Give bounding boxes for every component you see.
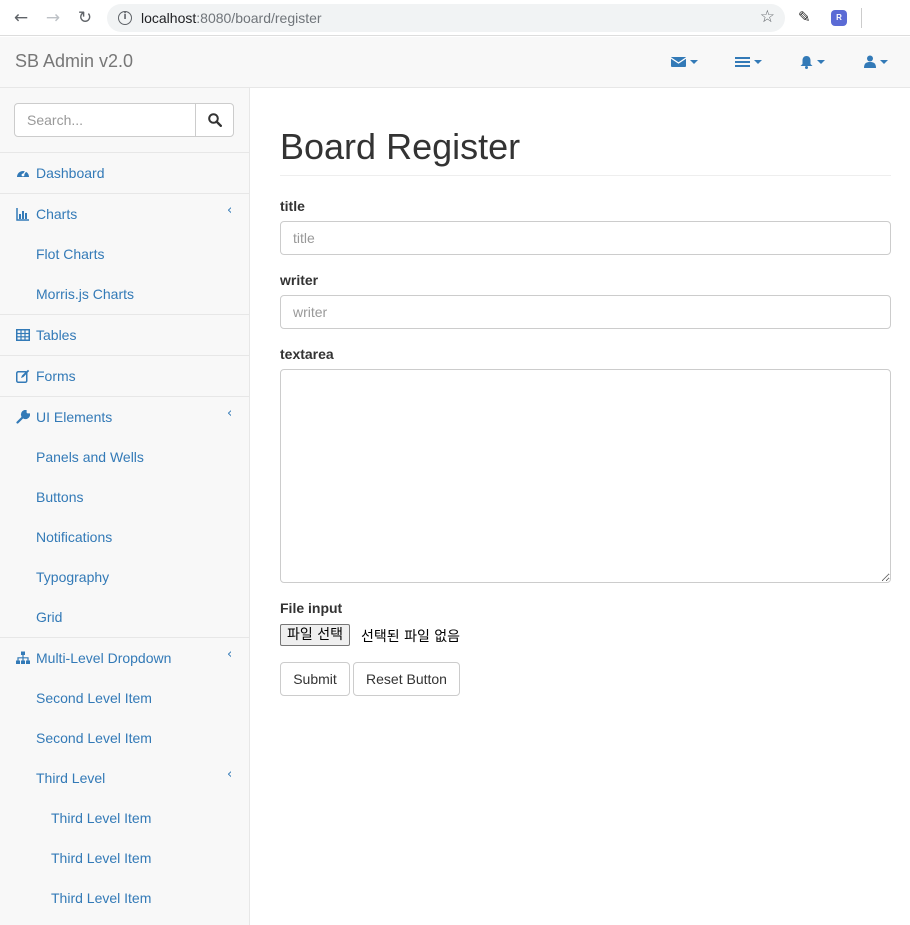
search-input[interactable] (14, 103, 196, 137)
sidebar-item-typography[interactable]: Typography (36, 569, 109, 585)
search-button[interactable] (195, 103, 234, 137)
sidebar-item-tables[interactable]: Tables (0, 314, 249, 355)
sidebar-item-grid[interactable]: Grid (36, 609, 62, 625)
user-icon (864, 55, 876, 68)
textarea-label: textarea (280, 346, 334, 362)
writer-input[interactable] (280, 295, 891, 329)
file-input-label: File input (280, 600, 343, 616)
extension-icon[interactable]: R (831, 10, 847, 26)
sidebar-item-dashboard[interactable]: Dashboard (0, 152, 249, 193)
search-icon (208, 113, 222, 127)
url-text: localhost:8080/board/register (141, 10, 322, 26)
sidebar-item-morris-charts[interactable]: Morris.js Charts (36, 286, 134, 302)
page-title: Board Register (280, 126, 521, 167)
file-status-text: 선택된 파일 없음 (361, 629, 461, 645)
address-bar[interactable]: i localhost:8080/board/register ☆ (107, 4, 785, 32)
sidebar-item-label: Dashboard (36, 165, 105, 181)
info-icon[interactable]: i (118, 11, 132, 25)
sidebar-item-notifications[interactable]: Notifications (36, 529, 112, 545)
chevron-left-icon: ‹ (227, 767, 233, 782)
submit-button[interactable]: Submit (280, 662, 350, 696)
reset-button[interactable]: Reset Button (353, 662, 460, 696)
bookmark-star-icon[interactable]: ☆ (760, 7, 775, 27)
caret-down-icon (817, 59, 825, 64)
tasks-dropdown[interactable] (735, 54, 762, 72)
browser-toolbar: ← → ↻ i localhost:8080/board/register ☆ … (0, 0, 910, 36)
sidebar-item-label: Third Level (36, 770, 106, 786)
sidebar-item-label: Charts (36, 206, 78, 222)
sidebar-item-label: UI Elements (36, 409, 113, 425)
sidebar-item-label: Multi-Level Dropdown (36, 650, 172, 666)
sidebar-item-panels-wells[interactable]: Panels and Wells (36, 449, 144, 465)
back-arrow-icon[interactable]: ← (11, 9, 31, 27)
tasks-icon (735, 56, 750, 67)
caret-down-icon (690, 59, 698, 64)
sidebar: Dashboard Charts ‹ Flot Charts Morris.js… (0, 88, 250, 925)
sidebar-item-buttons[interactable]: Buttons (36, 489, 83, 505)
table-icon (16, 329, 30, 341)
wrench-icon (16, 410, 30, 424)
title-input[interactable] (280, 221, 891, 255)
sidebar-item-third-level[interactable]: Third Level ‹ (36, 767, 249, 790)
pen-icon[interactable]: ✎ (798, 8, 811, 26)
bell-icon (800, 55, 813, 69)
caret-down-icon (754, 59, 762, 64)
sidebar-item-second-level[interactable]: Second Level Item (36, 690, 152, 706)
sidebar-item-ui-elements[interactable]: UI Elements ‹ (0, 396, 249, 437)
title-label: title (280, 198, 305, 214)
alerts-dropdown[interactable] (800, 54, 825, 72)
messages-dropdown[interactable] (670, 54, 698, 72)
top-navbar: SB Admin v2.0 (0, 37, 910, 88)
chevron-left-icon: ‹ (227, 647, 233, 662)
sidebar-item-third-level-item[interactable]: Third Level Item (51, 890, 151, 906)
sidebar-item-third-level-item[interactable]: Third Level Item (51, 810, 151, 826)
sidebar-item-third-level-item[interactable]: Third Level Item (51, 850, 151, 866)
chevron-left-icon: ‹ (227, 406, 233, 421)
sidebar-item-multi-level[interactable]: Multi-Level Dropdown ‹ (0, 637, 249, 678)
sidebar-item-flot-charts[interactable]: Flot Charts (36, 246, 104, 262)
file-select-button[interactable]: 파일 선택 (280, 624, 350, 646)
sidebar-item-forms[interactable]: Forms (0, 355, 249, 396)
page-header: Board Register (280, 125, 891, 176)
writer-label: writer (280, 272, 319, 288)
sidebar-item-label: Tables (36, 327, 77, 343)
chevron-left-icon: ‹ (227, 203, 233, 218)
sidebar-item-charts[interactable]: Charts ‹ (0, 193, 249, 234)
bar-chart-icon (16, 208, 29, 221)
reload-icon[interactable]: ↻ (75, 9, 95, 27)
forward-arrow-icon[interactable]: → (43, 9, 63, 27)
sidebar-item-second-level[interactable]: Second Level Item (36, 730, 152, 746)
dashboard-icon (17, 170, 29, 177)
edit-icon (16, 369, 30, 383)
content-textarea[interactable] (280, 369, 891, 583)
sitemap-icon (16, 651, 30, 664)
user-dropdown[interactable] (864, 54, 888, 72)
sidebar-item-label: Forms (36, 368, 76, 384)
sidebar-search (14, 103, 234, 137)
brand[interactable]: SB Admin v2.0 (15, 51, 133, 72)
caret-down-icon (880, 59, 888, 64)
envelope-icon (670, 56, 687, 67)
toolbar-divider (861, 8, 862, 28)
